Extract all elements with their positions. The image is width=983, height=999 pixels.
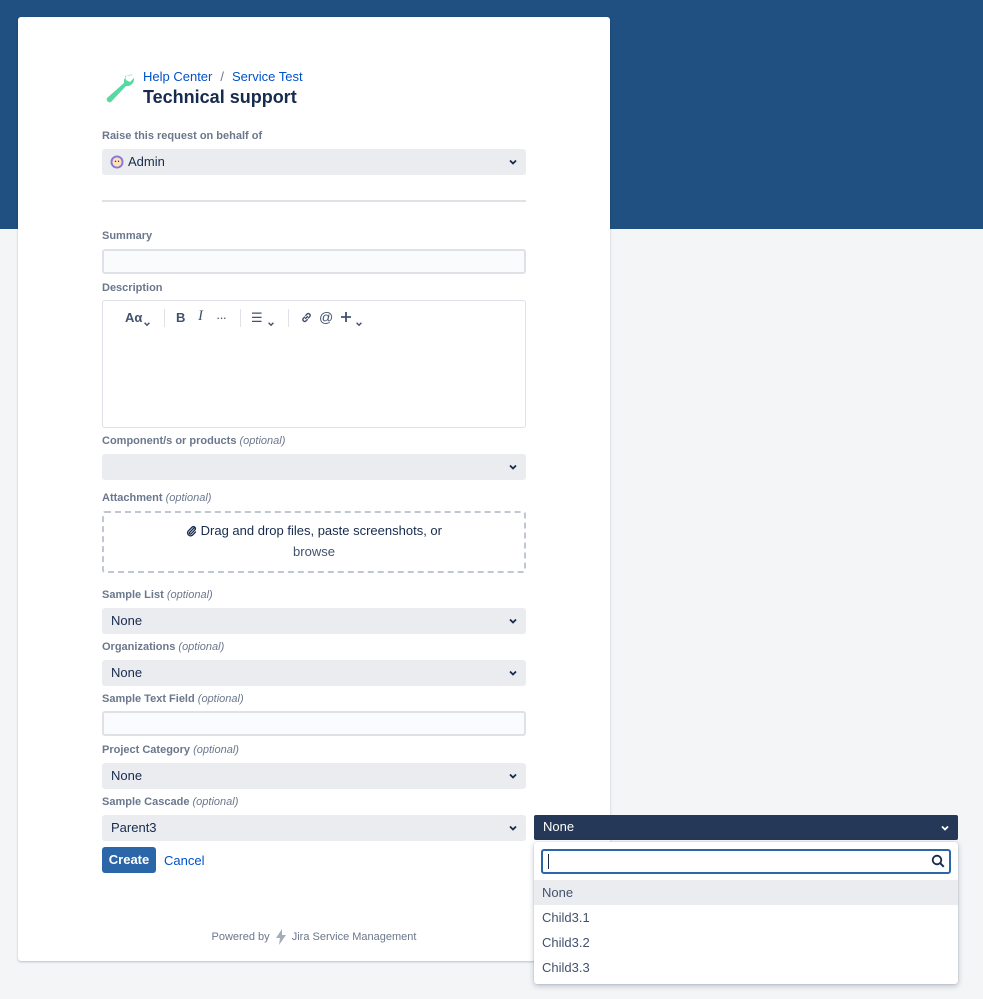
jira-bolt-icon	[275, 929, 286, 945]
chevron-down-icon	[509, 159, 517, 165]
text-cursor	[548, 854, 549, 869]
sample-text-input[interactable]	[102, 711, 526, 736]
description-label: Description	[102, 282, 163, 294]
powered-by-footer: Powered by Jira Service Management	[18, 929, 610, 945]
link-icon[interactable]	[300, 311, 313, 324]
mention-icon[interactable]: @	[319, 309, 333, 327]
breadcrumb: Help Center / Service Test	[143, 69, 303, 84]
section-divider	[102, 200, 526, 202]
dropdown-option-child3-3[interactable]: Child3.3	[534, 955, 958, 980]
dropdown-option-child3-1[interactable]: Child3.1	[534, 905, 958, 930]
browse-link[interactable]: browse	[104, 544, 524, 559]
cascade-child-select[interactable]: None	[534, 815, 958, 840]
dropdown-search-input[interactable]	[541, 849, 951, 874]
request-form-card: Help Center / Service Test Technical suppo…	[18, 17, 610, 961]
components-label: Component/s or products (optional)	[102, 435, 286, 447]
chevron-down-icon	[509, 773, 517, 779]
dropdown-option-child3-2[interactable]: Child3.2	[534, 930, 958, 955]
breadcrumb-separator: /	[220, 69, 224, 84]
toolbar-divider	[288, 309, 289, 327]
on-behalf-value: Admin	[128, 154, 165, 169]
paperclip-icon	[186, 525, 197, 537]
project-category-select[interactable]: None	[102, 763, 526, 789]
summary-label: Summary	[102, 230, 153, 242]
toolbar-divider	[164, 309, 165, 327]
more-formatting-button[interactable]: ···	[216, 310, 227, 328]
organizations-value: None	[111, 665, 143, 680]
portal-header: Help Center / Service Test Technical suppo…	[102, 69, 526, 129]
sample-list-select[interactable]: None	[102, 608, 526, 634]
cancel-button[interactable]: Cancel	[164, 853, 204, 868]
cascade-parent-value: Parent3	[111, 820, 157, 835]
toolbar-divider	[240, 309, 241, 327]
product-name[interactable]: Jira Service Management	[292, 931, 417, 943]
chevron-down-icon	[941, 825, 949, 831]
organizations-select[interactable]: None	[102, 660, 526, 686]
admin-avatar-icon	[110, 155, 124, 169]
italic-button[interactable]: I	[198, 308, 203, 326]
attachment-instructions: Drag and drop files, paste screenshots, …	[104, 523, 524, 538]
project-category-label: Project Category (optional)	[102, 744, 239, 756]
chevron-down-icon	[509, 464, 517, 470]
components-select[interactable]	[102, 454, 526, 480]
description-editor[interactable]: Aα B I ··· ☰ @	[102, 300, 526, 428]
bullet-list-button[interactable]: ☰	[251, 310, 263, 328]
chevron-down-icon	[144, 322, 150, 327]
plus-icon[interactable]	[340, 311, 352, 323]
sample-cascade-label: Sample Cascade (optional)	[102, 796, 239, 808]
attachment-label: Attachment (optional)	[102, 492, 212, 504]
breadcrumb-help-center[interactable]: Help Center	[143, 69, 212, 84]
project-category-value: None	[111, 768, 143, 783]
attachment-dropzone[interactable]: Drag and drop files, paste screenshots, …	[102, 511, 526, 573]
breadcrumb-service-test[interactable]: Service Test	[232, 69, 303, 84]
create-button[interactable]: Create	[102, 847, 156, 873]
chevron-down-icon	[509, 618, 517, 624]
search-icon	[931, 854, 945, 868]
cascade-parent-select[interactable]: Parent3	[102, 815, 526, 841]
on-behalf-label: Raise this request on behalf of	[102, 130, 263, 142]
chevron-down-icon	[356, 322, 362, 327]
page-title: Technical support	[143, 87, 297, 107]
cascade-child-dropdown: None Child3.1 Child3.2 Child3.3	[534, 842, 958, 984]
sample-list-label: Sample List (optional)	[102, 589, 213, 601]
cascade-child-value: None	[543, 819, 575, 834]
organizations-label: Organizations (optional)	[102, 641, 225, 653]
on-behalf-select[interactable]: Admin	[102, 149, 526, 175]
chevron-down-icon	[509, 825, 517, 831]
chevron-down-icon	[509, 670, 517, 676]
text-style-button[interactable]: Aα	[125, 310, 142, 328]
sample-text-label: Sample Text Field (optional)	[102, 693, 244, 705]
powered-by-text: Powered by	[211, 930, 270, 943]
bold-button[interactable]: B	[176, 310, 185, 328]
dropdown-option-none[interactable]: None	[534, 880, 958, 905]
chevron-down-icon	[268, 322, 274, 327]
summary-input[interactable]	[102, 249, 526, 274]
sample-list-value: None	[111, 613, 143, 628]
wrench-icon	[106, 74, 135, 103]
